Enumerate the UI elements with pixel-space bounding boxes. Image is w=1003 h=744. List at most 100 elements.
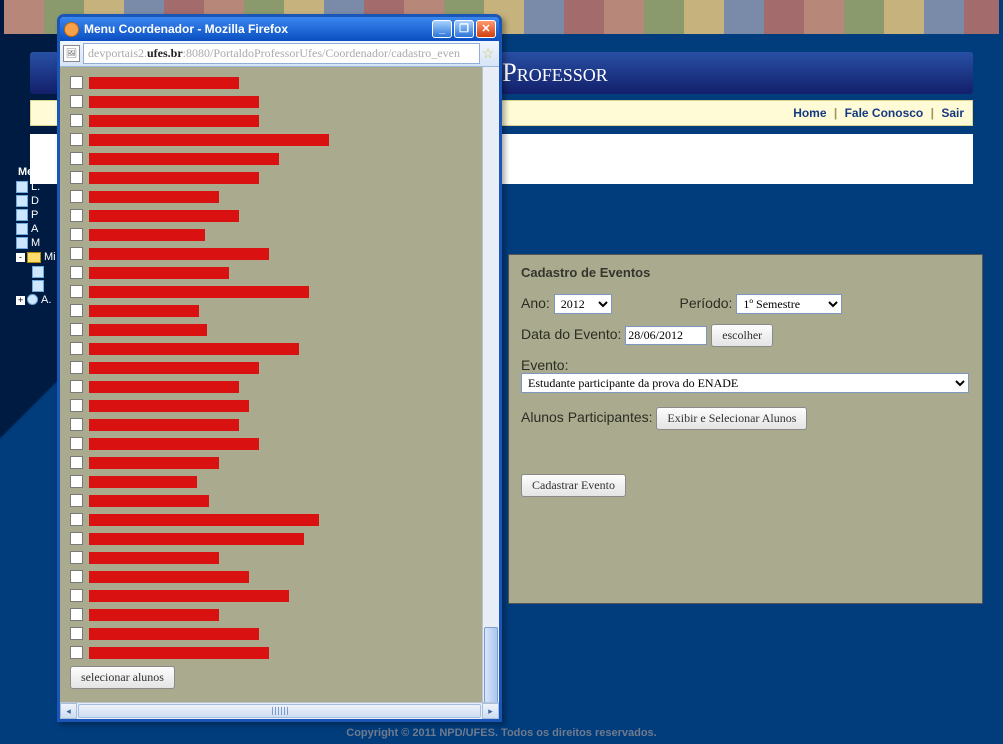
student-row <box>70 586 478 605</box>
window-maximize-button[interactable]: ❐ <box>454 20 474 38</box>
horizontal-scrollbar[interactable]: ◂ ▸ <box>60 702 499 719</box>
student-checkbox[interactable] <box>70 133 83 146</box>
tree-item[interactable] <box>32 279 56 293</box>
student-checkbox[interactable] <box>70 266 83 279</box>
tree-item[interactable]: A <box>16 222 56 236</box>
student-checkbox[interactable] <box>70 418 83 431</box>
window-minimize-button[interactable]: _ <box>432 20 452 38</box>
student-row <box>70 453 478 472</box>
student-checkbox[interactable] <box>70 380 83 393</box>
student-checkbox[interactable] <box>70 76 83 89</box>
student-checkbox[interactable] <box>70 589 83 602</box>
event-select[interactable]: Estudante participante da prova do ENADE <box>521 373 969 393</box>
site-identity-icon[interactable]: 🖼 <box>63 45 80 62</box>
student-checkbox[interactable] <box>70 285 83 298</box>
student-checkbox[interactable] <box>70 190 83 203</box>
tree-item[interactable] <box>32 264 56 278</box>
student-row <box>70 548 478 567</box>
student-checkbox[interactable] <box>70 114 83 127</box>
popup-title: Menu Coordenador - Mozilla Firefox <box>84 22 432 36</box>
app-tree: Menu L.DPAM-Mi +A. <box>0 164 56 307</box>
student-checkbox[interactable] <box>70 209 83 222</box>
document-icon <box>16 195 28 207</box>
student-checkbox[interactable] <box>70 342 83 355</box>
year-label: Ano: <box>521 295 550 311</box>
student-checkbox[interactable] <box>70 152 83 165</box>
student-checkbox[interactable] <box>70 437 83 450</box>
student-checkbox[interactable] <box>70 304 83 317</box>
student-checkbox[interactable] <box>70 475 83 488</box>
student-checkbox[interactable] <box>70 513 83 526</box>
student-checkbox[interactable] <box>70 247 83 260</box>
tree-item[interactable]: L. <box>16 180 56 194</box>
redacted-name <box>89 286 309 298</box>
period-select[interactable]: 1º Semestre <box>736 294 842 314</box>
student-checkbox[interactable] <box>70 608 83 621</box>
collapse-icon[interactable]: - <box>16 253 25 262</box>
url-host: ufes.br <box>147 46 183 60</box>
bookmark-star-icon[interactable]: ☆ <box>480 45 496 62</box>
choose-date-button[interactable]: escolher <box>711 324 773 347</box>
student-row <box>70 434 478 453</box>
student-row <box>70 73 478 92</box>
date-label: Data do Evento: <box>521 326 621 342</box>
redacted-name <box>89 419 239 431</box>
hscroll-thumb[interactable] <box>78 704 481 718</box>
link-contact[interactable]: Fale Conosco <box>845 106 924 120</box>
student-row <box>70 130 478 149</box>
redacted-name <box>89 476 197 488</box>
student-checkbox[interactable] <box>70 627 83 640</box>
popup-titlebar[interactable]: Menu Coordenador - Mozilla Firefox _ ❐ ✕ <box>60 17 499 41</box>
submit-event-button[interactable]: Cadastrar Evento <box>521 474 626 497</box>
student-checkbox[interactable] <box>70 570 83 583</box>
student-checkbox[interactable] <box>70 399 83 412</box>
student-row <box>70 206 478 225</box>
document-icon <box>16 181 28 193</box>
student-checkbox[interactable] <box>70 456 83 469</box>
student-checkbox[interactable] <box>70 551 83 564</box>
select-students-button[interactable]: selecionar alunos <box>70 666 175 689</box>
folder-icon <box>27 252 41 263</box>
tree-item[interactable]: P <box>16 208 56 222</box>
url-input[interactable]: devportais2.ufes.br:8080/PortaldoProfess… <box>83 43 480 64</box>
scroll-left-button[interactable]: ◂ <box>60 703 77 719</box>
show-select-students-button[interactable]: Exibir e Selecionar Alunos <box>656 407 807 430</box>
student-checkbox[interactable] <box>70 95 83 108</box>
vertical-scrollbar[interactable] <box>482 67 499 702</box>
tree-folder[interactable]: -Mi <box>16 250 56 264</box>
redacted-name <box>89 210 239 222</box>
redacted-name <box>89 438 259 450</box>
date-input[interactable] <box>625 326 707 345</box>
redacted-name <box>89 134 329 146</box>
student-checkbox[interactable] <box>70 532 83 545</box>
scrollbar-thumb[interactable] <box>484 627 498 702</box>
link-home[interactable]: Home <box>793 106 826 120</box>
student-checkbox[interactable] <box>70 228 83 241</box>
link-exit[interactable]: Sair <box>941 106 964 120</box>
separator: | <box>927 106 938 120</box>
student-row <box>70 396 478 415</box>
redacted-name <box>89 324 207 336</box>
student-checkbox[interactable] <box>70 646 83 659</box>
popup-viewport: selecionar alunos <box>60 67 482 702</box>
student-checkbox[interactable] <box>70 494 83 507</box>
student-row <box>70 643 478 662</box>
tree-item[interactable]: D <box>16 194 56 208</box>
year-select[interactable]: 2012 <box>554 294 612 314</box>
tree-item[interactable]: +A. <box>16 293 56 307</box>
student-checkbox[interactable] <box>70 171 83 184</box>
window-close-button[interactable]: ✕ <box>476 20 496 38</box>
redacted-name <box>89 305 199 317</box>
tree-title: Menu <box>0 164 56 180</box>
expand-icon[interactable]: + <box>16 296 25 305</box>
tree-item[interactable]: M <box>16 236 56 250</box>
student-checkbox[interactable] <box>70 361 83 374</box>
redacted-name <box>89 400 249 412</box>
redacted-name <box>89 153 279 165</box>
scroll-right-button[interactable]: ▸ <box>482 703 499 719</box>
redacted-name <box>89 248 269 260</box>
redacted-name <box>89 533 304 545</box>
grip-icon <box>272 707 288 715</box>
student-checkbox[interactable] <box>70 323 83 336</box>
student-row <box>70 339 478 358</box>
